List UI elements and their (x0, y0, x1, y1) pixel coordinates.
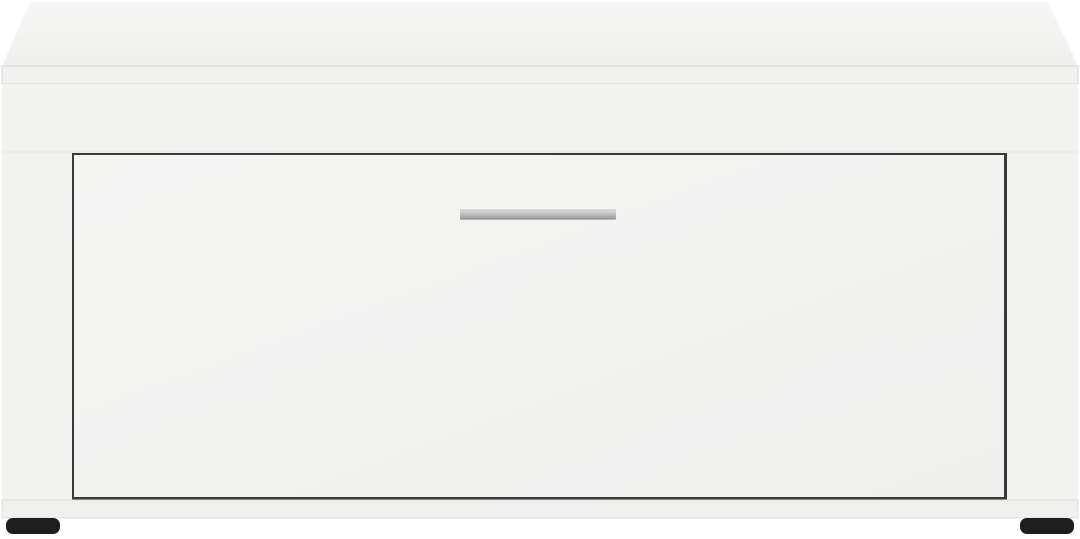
cabinet-foot-icon (1020, 518, 1074, 534)
cabinet-illustration (1, 2, 1079, 534)
product-photo (0, 0, 1080, 539)
cabinet-foot-icon (6, 518, 60, 534)
cabinet-top-edge (1, 65, 1079, 85)
cabinet-top-surface (2, 2, 1078, 66)
cabinet-plinth (1, 499, 1079, 519)
drawer-handle-icon (460, 206, 616, 220)
